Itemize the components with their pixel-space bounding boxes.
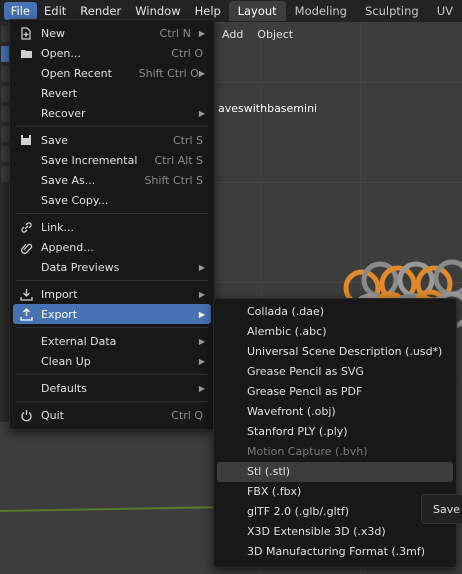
export-gltf[interactable]: glTF 2.0 (.glb/.gltf)	[217, 502, 453, 522]
export-wavefront-obj[interactable]: Wavefront (.obj)	[217, 402, 453, 422]
power-icon	[13, 409, 39, 422]
menu-item-link[interactable]: Link...	[13, 217, 211, 237]
blender-logo-icon[interactable]	[0, 0, 1, 22]
export-stanford-ply[interactable]: Stanford PLY (.ply)	[217, 422, 453, 442]
object-menu[interactable]: Object	[250, 24, 300, 46]
menu-item-save-incremental[interactable]: Save Incremental Ctrl Alt S	[13, 150, 211, 170]
file-menu-dropdown: New Ctrl N ▶ Open... Ctrl O Open Recent …	[9, 19, 215, 430]
submenu-arrow-icon: ▶	[198, 262, 205, 272]
menu-item-data-previews[interactable]: Data Previews ▶	[13, 257, 211, 277]
submenu-arrow-icon: ▶	[198, 356, 205, 366]
link-icon	[13, 221, 39, 234]
export-collada[interactable]: Collada (.dae)	[217, 302, 453, 322]
export-submenu: Collada (.dae) Alembic (.abc) Universal …	[213, 298, 457, 568]
menu-separator	[16, 280, 208, 281]
menu-item-quit[interactable]: Quit Ctrl Q	[13, 405, 211, 425]
export-stl[interactable]: Stl (.stl)	[217, 462, 453, 482]
menu-item-open-recent[interactable]: Open Recent Shift Ctrl O ▶	[13, 63, 211, 83]
submenu-arrow-icon: ▶	[198, 289, 205, 299]
export-grease-pencil-svg[interactable]: Grease Pencil as SVG	[217, 362, 453, 382]
tab-sculpting[interactable]: Sculpting	[356, 1, 428, 21]
file-menu[interactable]: File	[3, 2, 38, 20]
submenu-arrow-icon: ▶	[198, 383, 205, 393]
menu-separator	[16, 374, 208, 375]
submenu-arrow-icon: ▶	[198, 108, 205, 118]
menu-item-clean-up[interactable]: Clean Up ▶	[13, 351, 211, 371]
export-fbx[interactable]: FBX (.fbx)	[217, 482, 453, 502]
object-name-label: aveswithbasemini	[218, 102, 318, 115]
submenu-arrow-icon: ▶	[198, 68, 205, 78]
new-file-icon	[13, 26, 39, 40]
save-icon	[13, 134, 39, 146]
menu-item-revert[interactable]: Revert	[13, 83, 211, 103]
menu-separator	[16, 126, 208, 127]
menu-item-external-data[interactable]: External Data ▶	[13, 331, 211, 351]
submenu-arrow-icon: ▶	[198, 28, 205, 38]
menu-item-recover[interactable]: Recover ▶	[13, 103, 211, 123]
append-icon	[13, 241, 39, 254]
export-grease-pencil-pdf[interactable]: Grease Pencil as PDF	[217, 382, 453, 402]
import-icon	[13, 288, 39, 301]
add-menu[interactable]: Add	[215, 24, 250, 46]
folder-icon	[13, 48, 39, 59]
menu-item-new[interactable]: New Ctrl N ▶	[13, 23, 211, 43]
viewport-header: Add Object	[215, 24, 300, 46]
submenu-arrow-icon: ▶	[198, 309, 205, 319]
tab-uv[interactable]: UV	[428, 1, 462, 21]
menu-separator	[16, 401, 208, 402]
export-x3d[interactable]: X3D Extensible 3D (.x3d)	[217, 522, 453, 542]
menu-separator	[16, 213, 208, 214]
menu-item-defaults[interactable]: Defaults ▶	[13, 378, 211, 398]
export-icon	[13, 307, 39, 321]
menu-item-import[interactable]: Import ▶	[13, 284, 211, 304]
save-popup-button[interactable]: Save	[421, 494, 462, 524]
menu-item-open[interactable]: Open... Ctrl O	[13, 43, 211, 63]
menu-item-save-copy[interactable]: Save Copy...	[13, 190, 211, 210]
menu-separator	[16, 327, 208, 328]
menu-item-export[interactable]: Export ▶	[13, 304, 211, 324]
export-usd[interactable]: Universal Scene Description (.usd*)	[217, 342, 453, 362]
tab-modeling[interactable]: Modeling	[286, 1, 356, 21]
submenu-arrow-icon: ▶	[198, 336, 205, 346]
menu-item-save-as[interactable]: Save As... Shift Ctrl S	[13, 170, 211, 190]
menu-item-append[interactable]: Append...	[13, 237, 211, 257]
menu-item-save[interactable]: Save Ctrl S	[13, 130, 211, 150]
export-3mf[interactable]: 3D Manufacturing Format (.3mf)	[217, 542, 453, 562]
export-motion-capture: Motion Capture (.bvh)	[247, 445, 368, 458]
tab-layout[interactable]: Layout	[228, 1, 286, 21]
export-alembic[interactable]: Alembic (.abc)	[217, 322, 453, 342]
